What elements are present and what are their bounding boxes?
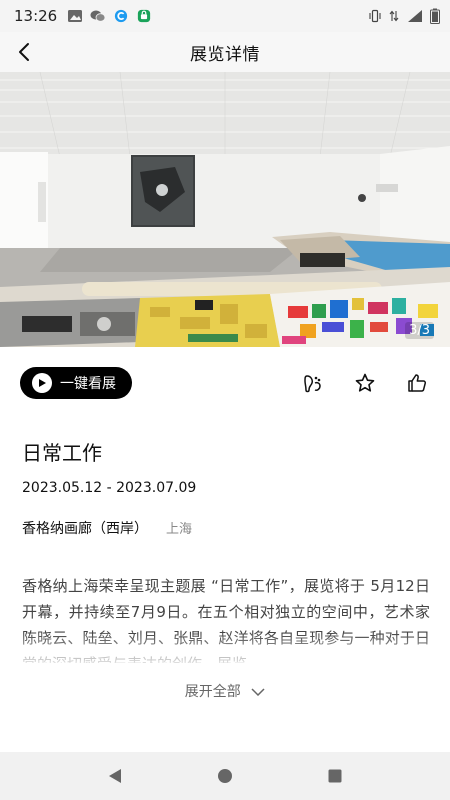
- venue-name[interactable]: 香格纳画廊（西岸）: [22, 518, 148, 538]
- venue-row[interactable]: 香格纳画廊（西岸） 上海: [22, 518, 192, 538]
- status-bar: 13:26: [0, 0, 450, 32]
- gallery-icon: [68, 10, 83, 22]
- star-icon[interactable]: [354, 372, 376, 394]
- expand-all-label: 展开全部: [184, 684, 241, 700]
- exhibition-dates: 2023.05.12 - 2023.07.09: [22, 480, 197, 496]
- battery-icon: [430, 8, 440, 24]
- footprints-icon[interactable]: [302, 372, 324, 394]
- system-navigation-bar: [0, 752, 450, 800]
- carousel-page-indicator: 3/3: [405, 322, 434, 339]
- circle-home-icon: [218, 769, 232, 783]
- wechat-icon: [90, 10, 106, 22]
- notification-icons: [67, 9, 152, 23]
- thumbs-up-icon[interactable]: [406, 372, 428, 394]
- nav-home-button[interactable]: [205, 756, 245, 796]
- nav-recents-button[interactable]: [315, 756, 355, 796]
- tour-button-label: 一键看展: [60, 376, 116, 392]
- back-button[interactable]: [10, 38, 38, 66]
- nav-back-button[interactable]: [95, 756, 135, 796]
- venue-city: 上海: [166, 522, 193, 537]
- status-time: 13:26: [14, 7, 58, 25]
- chevron-down-icon: [251, 688, 265, 696]
- browser-icon: [115, 9, 128, 23]
- exhibition-title: 日常工作: [22, 441, 102, 465]
- action-icons: [302, 372, 430, 394]
- action-row: 一键看展: [0, 347, 450, 419]
- play-icon: [32, 373, 52, 393]
- top-app-bar: 展览详情: [0, 32, 450, 72]
- triangle-back-icon: [109, 769, 121, 783]
- exhibition-photo: [0, 72, 450, 347]
- one-click-tour-button[interactable]: 一键看展: [20, 367, 132, 399]
- expand-all-button[interactable]: 展开全部: [0, 681, 450, 701]
- page-title: 展览详情: [190, 44, 260, 65]
- system-status-icons: [369, 8, 440, 24]
- app-icon: [138, 9, 151, 23]
- description-fade: [0, 633, 450, 669]
- data-arrows-icon: [389, 10, 399, 22]
- back-arrow-icon: [19, 43, 29, 61]
- vibrate-icon: [369, 9, 381, 23]
- square-recents-icon: [328, 769, 342, 783]
- exhibition-photo-carousel[interactable]: 3/3: [0, 72, 450, 347]
- signal-icon: [408, 10, 422, 22]
